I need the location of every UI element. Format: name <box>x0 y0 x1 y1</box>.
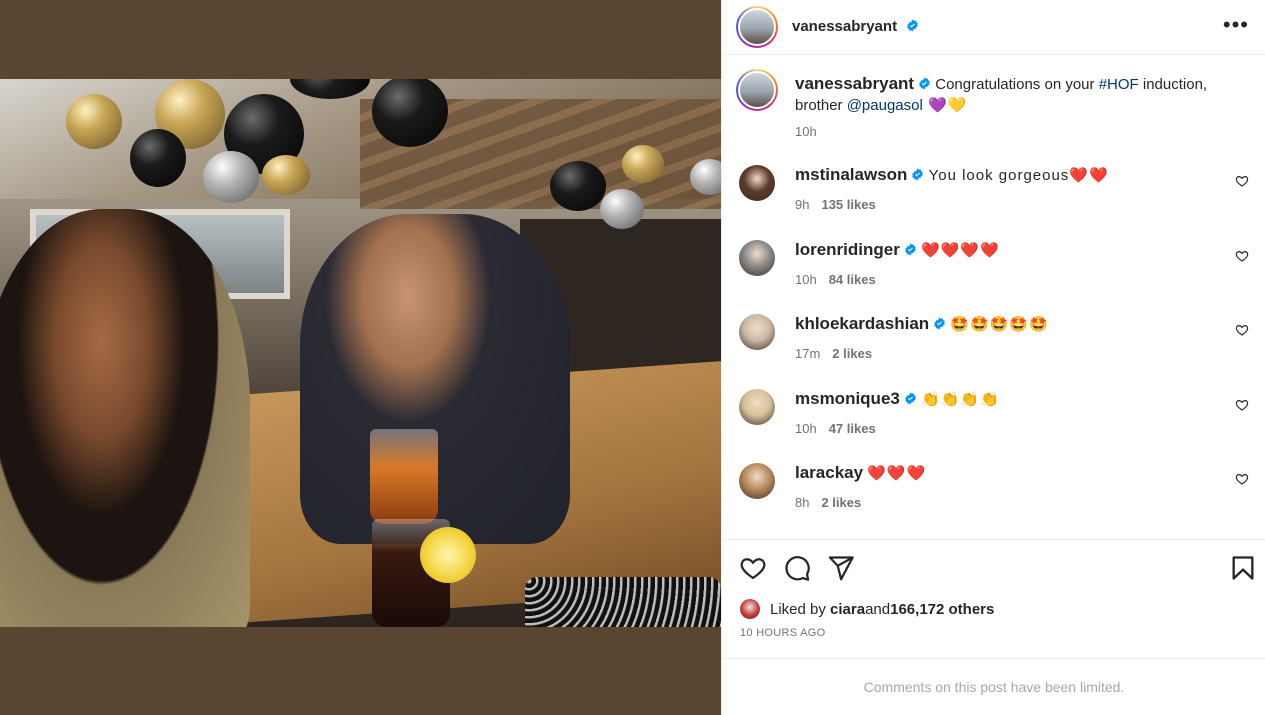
balloon <box>262 155 310 195</box>
heart-icon[interactable] <box>739 554 767 582</box>
comment-time[interactable]: 9h <box>795 197 809 212</box>
comment-item: khloekardashian 🤩🤩🤩🤩🤩 17m 2 likes <box>739 314 1249 374</box>
caption-username[interactable]: vanessabryant <box>795 74 914 93</box>
comment-like-heart-icon[interactable] <box>1235 472 1249 486</box>
balloon <box>130 129 186 187</box>
comments-limited-text: Comments on this post have been limited. <box>863 679 1125 695</box>
comment-time[interactable]: 10h <box>795 421 817 436</box>
caption-avatar[interactable] <box>736 69 778 111</box>
post-action-bar <box>722 539 1265 595</box>
verified-badge-icon <box>912 168 924 181</box>
caption-timestamp[interactable]: 10h <box>795 121 1245 142</box>
balloon <box>550 161 606 211</box>
comment-item: mstinalawson You look gorgeous❤️❤️ 9h 135 … <box>739 165 1249 225</box>
comment-item: lorenridinger ❤️❤️❤️❤️ 10h 84 likes <box>739 240 1249 300</box>
balloon <box>203 151 259 203</box>
comment-time[interactable]: 10h <box>795 272 817 287</box>
comment-body: larackay ❤️❤️❤️ 8h 2 likes <box>795 463 1215 513</box>
comment-item: msmonique3 👏👏👏👏 10h 47 likes <box>739 389 1249 449</box>
commenter-username[interactable]: lorenridinger <box>795 240 900 259</box>
comment-text: ❤️❤️❤️ <box>867 465 927 482</box>
commenter-username[interactable]: mstinalawson <box>795 165 907 184</box>
balloon <box>622 145 664 183</box>
commenter-username[interactable]: khloekardashian <box>795 314 929 333</box>
comment-body: msmonique3 👏👏👏👏 10h 47 likes <box>795 389 1215 439</box>
verified-badge-icon <box>905 243 916 256</box>
caption-body: vanessabryant Congratulations on your #H… <box>795 73 1245 142</box>
post-media-pane <box>0 0 721 715</box>
comment-item: larackay ❤️❤️❤️ 8h 2 likes <box>739 463 1249 523</box>
author-username[interactable]: vanessabryant <box>792 18 897 35</box>
comment-likes-count[interactable]: 135 likes <box>821 197 875 212</box>
post-side-panel: vanessabryant ••• vanessabryant Congratu… <box>721 0 1265 715</box>
commenter-avatar[interactable] <box>739 240 775 276</box>
post-photo[interactable] <box>0 79 721 627</box>
comment-meta: 9h 135 likes <box>795 195 1215 215</box>
photo-lemon-slice <box>420 527 476 583</box>
comments-limited-notice: Comments on this post have been limited. <box>722 658 1265 715</box>
share-icon[interactable] <box>827 554 855 582</box>
caption-hashtag-link[interactable]: #HOF <box>1099 76 1139 93</box>
author-avatar[interactable] <box>736 6 778 48</box>
balloon <box>600 189 644 229</box>
commenter-avatar[interactable] <box>739 389 775 425</box>
commenter-username[interactable]: msmonique3 <box>795 389 900 408</box>
comment-meta: 8h 2 likes <box>795 493 1215 513</box>
more-options-icon[interactable]: ••• <box>1223 14 1249 36</box>
likes-count-link[interactable]: 166,172 others <box>890 601 994 618</box>
comment-meta: 17m 2 likes <box>795 344 1215 364</box>
liked-by-user-link[interactable]: ciara <box>830 601 865 618</box>
comment-text: You look gorgeous❤️❤️ <box>928 167 1109 184</box>
caption-mention-link[interactable]: @paugasol <box>847 97 923 114</box>
comment-meta: 10h 47 likes <box>795 419 1215 439</box>
comment-like-heart-icon[interactable] <box>1235 249 1249 263</box>
verified-badge-icon <box>905 392 916 405</box>
liked-by-middle: and <box>865 600 891 618</box>
comment-text: ❤️❤️❤️❤️ <box>921 242 1000 259</box>
liker-avatar[interactable] <box>740 599 760 619</box>
verified-badge-icon <box>906 19 918 32</box>
comment-meta: 10h 84 likes <box>795 270 1215 290</box>
post-header: vanessabryant ••• <box>722 0 1265 55</box>
verified-badge-icon <box>919 77 930 90</box>
commenter-avatar[interactable] <box>739 165 775 201</box>
comment-text: 🤩🤩🤩🤩🤩 <box>950 316 1049 333</box>
comment-time[interactable]: 17m <box>795 346 820 361</box>
comment-likes-count[interactable]: 47 likes <box>829 421 876 436</box>
commenter-avatar[interactable] <box>739 463 775 499</box>
caption-emoji: 💜💛 <box>922 97 968 114</box>
photo-woman <box>0 209 250 627</box>
post-timestamp[interactable]: 10 HOURS AGO <box>740 627 826 639</box>
comment-body: khloekardashian 🤩🤩🤩🤩🤩 17m 2 likes <box>795 314 1215 364</box>
comment-like-heart-icon[interactable] <box>1235 174 1249 188</box>
liked-by-prefix: Liked by <box>770 600 826 618</box>
comment-likes-count[interactable]: 84 likes <box>829 272 876 287</box>
balloon <box>66 94 122 149</box>
comment-like-heart-icon[interactable] <box>1235 323 1249 337</box>
comment-time[interactable]: 8h <box>795 495 809 510</box>
comment-like-heart-icon[interactable] <box>1235 398 1249 412</box>
comment-body: mstinalawson You look gorgeous❤️❤️ 9h 135 … <box>795 165 1215 215</box>
caption-text: Congratulations on your <box>931 76 1099 93</box>
commenter-username[interactable]: larackay <box>795 463 863 482</box>
verified-badge-icon <box>934 317 945 330</box>
commenter-avatar[interactable] <box>739 314 775 350</box>
photo-cocktail-glass <box>370 429 438 524</box>
comment-body: lorenridinger ❤️❤️❤️❤️ 10h 84 likes <box>795 240 1215 290</box>
bookmark-icon[interactable] <box>1229 554 1257 582</box>
comment-likes-count[interactable]: 2 likes <box>821 495 861 510</box>
comment-text: 👏👏👏👏 <box>921 391 1000 408</box>
comment-icon[interactable] <box>783 554 811 582</box>
liked-by-summary: Liked by ciara and 166,172 others <box>740 599 994 619</box>
author-username-wrap: vanessabryant <box>792 18 919 36</box>
comments-list[interactable]: vanessabryant Congratulations on your #H… <box>722 55 1265 539</box>
photo-clutch-bag <box>525 577 721 627</box>
comment-likes-count[interactable]: 2 likes <box>832 346 872 361</box>
